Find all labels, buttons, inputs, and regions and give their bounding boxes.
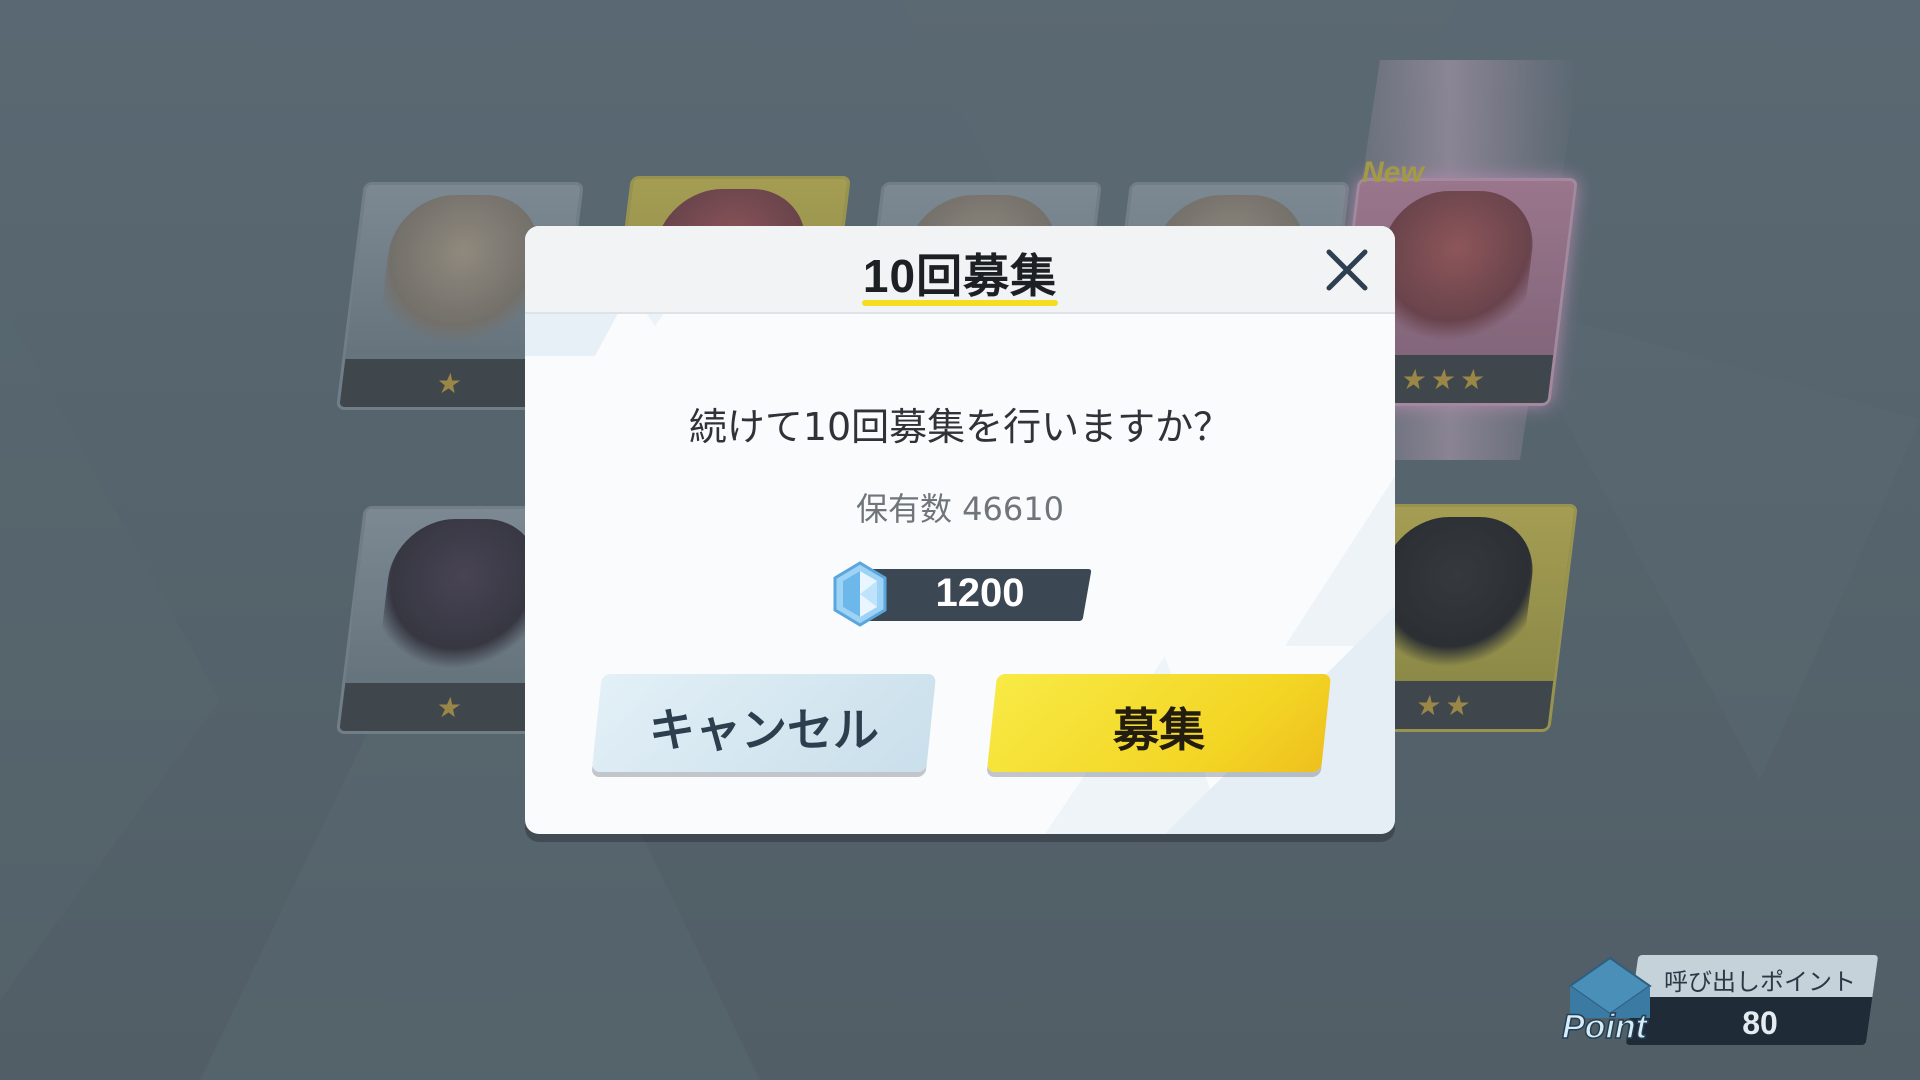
summon-point-widget[interactable]: 呼び出しポイント 80 Point xyxy=(1560,950,1890,1050)
owned-count: 保有数 46610 xyxy=(856,490,1064,528)
point-label: 呼び出しポイント xyxy=(1664,968,1856,996)
dialog-header: 10回募集 xyxy=(525,226,1395,314)
cost-display: 1200 xyxy=(833,561,1095,627)
point-icon-text: Point xyxy=(1562,1008,1649,1046)
recruit-button[interactable]: 募集 xyxy=(986,674,1332,772)
crystal-gem-icon xyxy=(833,561,887,627)
recruit-confirm-dialog: 10回募集 続けて10回募集を行いますか？ 保有数 46610 1200 キャン… xyxy=(525,226,1395,834)
point-value: 80 xyxy=(1742,1005,1778,1041)
cancel-button-label: キャンセル xyxy=(649,704,879,756)
cancel-button[interactable]: キャンセル xyxy=(591,674,937,772)
recruit-button-label: 募集 xyxy=(1113,704,1205,756)
envelope-point-icon: Point xyxy=(1561,956,1652,1046)
cost-value: 1200 xyxy=(935,571,1025,615)
title-underline xyxy=(862,300,1058,306)
close-button[interactable] xyxy=(1321,244,1373,296)
close-icon xyxy=(1326,249,1368,291)
dialog-title: 10回募集 xyxy=(862,250,1058,302)
confirm-question: 続けて10回募集を行いますか？ xyxy=(688,405,1232,449)
